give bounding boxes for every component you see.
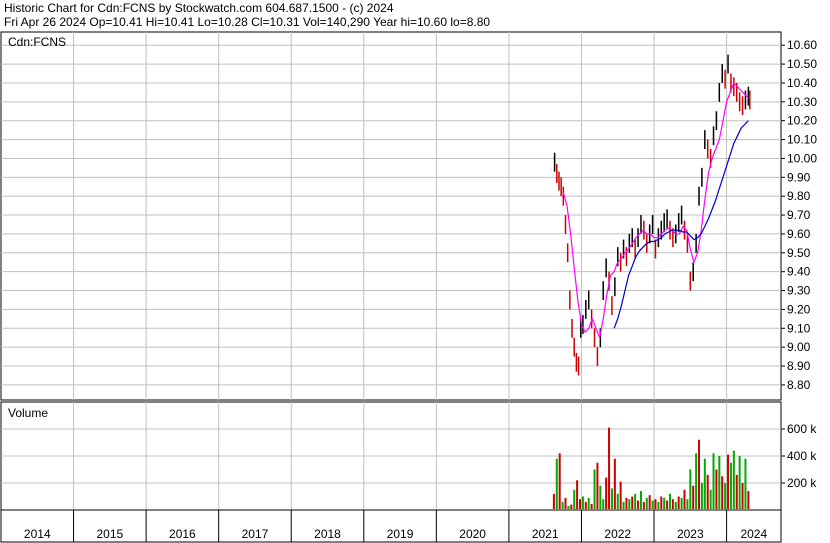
volume-tick-label: 400 k	[787, 449, 817, 463]
year-tick-label: 2024	[740, 527, 767, 541]
year-tick-label: 2015	[96, 527, 123, 541]
stock-chart: Cdn:FCNS 10.6010.5010.4010.3010.2010.101…	[0, 31, 817, 543]
year-tick-label: 2022	[604, 527, 631, 541]
price-tick-label: 10.50	[787, 57, 817, 71]
year-tick-label: 2016	[169, 527, 196, 541]
price-tick-label: 9.80	[787, 189, 811, 203]
price-tick-label: 10.30	[787, 95, 817, 109]
price-tick-label: 10.10	[787, 133, 817, 147]
volume-tick-label: 600 k	[787, 422, 817, 436]
price-tick-label: 10.60	[787, 38, 817, 52]
price-tick-label: 9.30	[787, 284, 811, 298]
price-axis: 10.60 10.50 10.40 10.30 10.20 10.10 10.00 9.90 9…	[781, 38, 817, 392]
price-tick-label: 9.40	[787, 265, 811, 279]
price-tick-label: 9.60	[787, 227, 811, 241]
price-panel-label: Cdn:FCNS	[8, 35, 66, 49]
price-tick-label: 10.00	[787, 151, 817, 165]
volume-axis: 600 k 400 k 200 k	[781, 422, 817, 490]
price-tick-label: 10.40	[787, 76, 817, 90]
price-tick-label: 8.80	[787, 378, 811, 392]
price-tick-label: 9.10	[787, 321, 811, 335]
year-tick-label: 2014	[24, 527, 51, 541]
price-tick-label: 9.90	[787, 170, 811, 184]
year-tick-label: 2018	[314, 527, 341, 541]
year-tick-label: 2023	[677, 527, 704, 541]
volume-tick-label: 200 k	[787, 476, 817, 490]
year-tick-label: 2020	[459, 527, 486, 541]
volume-panel-label: Volume	[8, 406, 48, 420]
price-tick-label: 9.70	[787, 208, 811, 222]
year-tick-label: 2021	[532, 527, 559, 541]
price-tick-label: 9.50	[787, 246, 811, 260]
year-tick-label: 2019	[387, 527, 414, 541]
year-tick-label: 2017	[242, 527, 269, 541]
price-tick-label: 8.90	[787, 359, 811, 373]
price-tick-label: 9.00	[787, 340, 811, 354]
price-tick-label: 10.20	[787, 114, 817, 128]
price-tick-label: 9.20	[787, 302, 811, 316]
